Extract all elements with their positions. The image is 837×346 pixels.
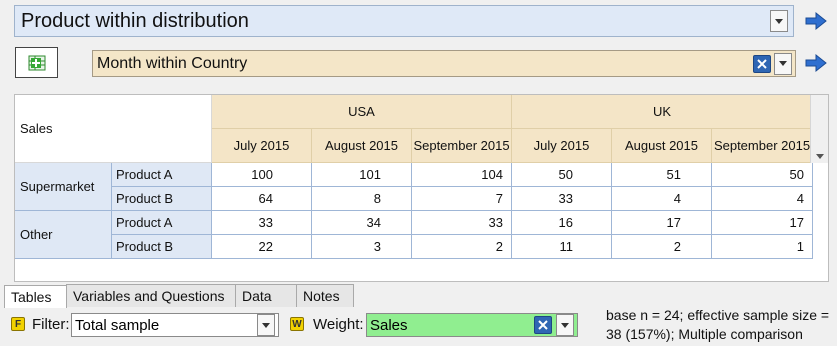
month-header: September 2015	[412, 129, 512, 163]
table-cell: 7	[412, 187, 512, 211]
corner-label: Sales	[15, 95, 212, 163]
filter-dropdown-button[interactable]	[257, 314, 275, 336]
row-label: Product A	[112, 211, 212, 235]
add-table-icon	[28, 55, 45, 70]
crosstab-table: Sales USA UK July 2015 August 2015 Septe…	[14, 94, 829, 282]
tab-data[interactable]: Data	[235, 284, 297, 307]
table-cell: 64	[212, 187, 312, 211]
month-header: July 2015	[512, 129, 612, 163]
table-cell: 2	[412, 235, 512, 259]
weight-dropdown-button[interactable]	[556, 314, 574, 336]
tab-tables[interactable]: Tables	[4, 285, 67, 308]
table-cell: 100	[212, 163, 312, 187]
columns-dropdown-button[interactable]	[774, 52, 792, 75]
table-cell: 51	[612, 163, 712, 187]
table-cell: 11	[512, 235, 612, 259]
row-label: Product B	[112, 187, 212, 211]
filter-label: Filter:	[32, 316, 70, 333]
add-table-button[interactable]	[15, 47, 58, 78]
row-label: Product A	[112, 163, 212, 187]
table-cell: 1	[712, 235, 813, 259]
tab-bar: Tables Variables and Questions Data Note…	[0, 284, 837, 308]
table-cell: 33	[512, 187, 612, 211]
table-cell: 50	[712, 163, 813, 187]
filter-value: Total sample	[75, 316, 160, 334]
table-cell: 3	[312, 235, 412, 259]
vertical-scrollbar[interactable]	[810, 95, 828, 163]
columns-selector-value: Month within Country	[97, 54, 248, 72]
tab-variables-and-questions[interactable]: Variables and Questions	[66, 284, 236, 307]
clear-weight-button[interactable]	[534, 316, 552, 334]
close-icon	[757, 58, 767, 69]
clear-columns-button[interactable]	[753, 54, 771, 73]
month-header: July 2015	[212, 129, 312, 163]
table-cell: 101	[312, 163, 412, 187]
country-header: USA	[212, 95, 512, 129]
table-cell: 33	[212, 211, 312, 235]
rows-dropdown-button[interactable]	[770, 10, 788, 32]
table-cell: 16	[512, 211, 612, 235]
weight-label: Weight:	[313, 316, 364, 333]
row-label: Product B	[112, 235, 212, 259]
table-cell: 50	[512, 163, 612, 187]
weight-select[interactable]: Sales	[366, 313, 578, 337]
month-header: September 2015	[712, 129, 813, 163]
filter-badge-icon: F	[11, 317, 25, 331]
row-group-label: Supermarket	[15, 163, 112, 211]
apply-arrow-icon[interactable]	[804, 10, 828, 32]
apply-arrow-icon[interactable]	[804, 52, 828, 74]
chevron-down-icon	[775, 18, 783, 24]
table-cell: 4	[612, 187, 712, 211]
columns-selector[interactable]: Month within Country	[92, 50, 796, 77]
chevron-down-icon	[561, 322, 569, 328]
table-cell: 33	[412, 211, 512, 235]
month-header: August 2015	[312, 129, 412, 163]
weight-value: Sales	[370, 316, 408, 334]
sample-size-note: base n = 24; effective sample size = 38 …	[606, 307, 830, 342]
country-header: UK	[512, 95, 813, 129]
chevron-down-icon	[262, 322, 270, 328]
rows-selector[interactable]: Product within distribution	[14, 5, 794, 37]
month-header: August 2015	[612, 129, 712, 163]
table-cell: 4	[712, 187, 813, 211]
table-cell: 8	[312, 187, 412, 211]
close-icon	[538, 320, 548, 330]
row-group-label: Other	[15, 211, 112, 259]
table-cell: 22	[212, 235, 312, 259]
table-cell: 104	[412, 163, 512, 187]
table-cell: 17	[612, 211, 712, 235]
chevron-down-icon	[779, 61, 787, 66]
table-cell: 34	[312, 211, 412, 235]
rows-selector-value: Product within distribution	[21, 9, 249, 32]
tab-notes[interactable]: Notes	[296, 284, 354, 307]
filter-select[interactable]: Total sample	[71, 313, 279, 337]
table-cell: 17	[712, 211, 813, 235]
scroll-down-icon[interactable]	[816, 154, 824, 159]
weight-badge-icon: W	[290, 317, 304, 331]
table-cell: 2	[612, 235, 712, 259]
